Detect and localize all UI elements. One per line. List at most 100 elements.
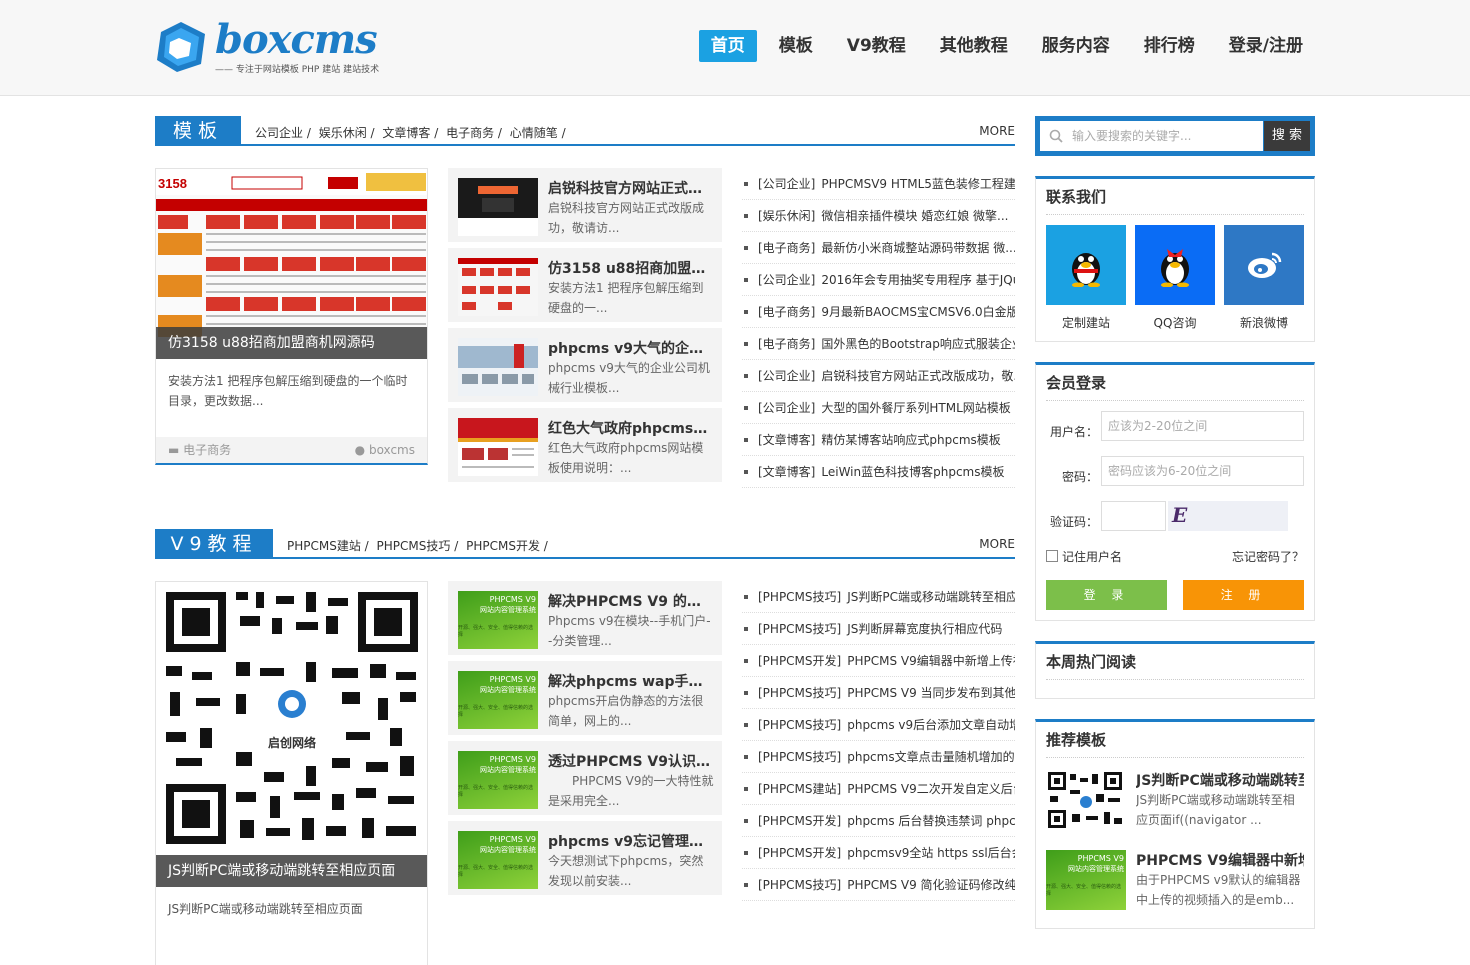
item-link[interactable]: phpcms 后台替换违禁词 phpcms <box>847 814 1015 828</box>
nav-services[interactable]: 服务内容 <box>1030 30 1122 62</box>
captcha-image[interactable]: E LAK <box>1168 501 1288 531</box>
item-tag[interactable]: [PHPCMS技巧] <box>758 622 841 636</box>
register-button[interactable]: 注 册 <box>1183 580 1304 610</box>
captcha-input[interactable] <box>1101 501 1166 531</box>
list-item[interactable]: [PHPCMS建站] PHPCMS V9二次开发自定义后台 <box>742 773 1015 805</box>
item-link[interactable]: 大型的国外餐厅系列HTML网站模板 <box>821 401 1010 415</box>
item-link[interactable]: phpcms文章点击量随机增加的方法 <box>847 750 1015 764</box>
category-link[interactable]: 电子商务 / <box>446 126 502 140</box>
forgot-password-link[interactable]: 忘记密码了？ <box>1232 548 1304 565</box>
item-tag[interactable]: [PHPCMS技巧] <box>758 590 841 604</box>
item-title[interactable]: 仿3158 u88招商加盟商机网源码 <box>548 258 714 278</box>
item-tag[interactable]: [PHPCMS开发] <box>758 846 841 860</box>
nav-other-tutorials[interactable]: 其他教程 <box>928 30 1020 62</box>
list-item[interactable]: [PHPCMS开发] phpcmsv9全站 https ssl后台会员登 <box>742 837 1015 869</box>
list-item[interactable]: [PHPCMS开发] PHPCMS V9编辑器中新增上传视频 <box>742 645 1015 677</box>
thumbnail-image[interactable] <box>458 258 538 316</box>
category-link[interactable]: PHPCMS开发 / <box>466 539 548 553</box>
featured-card[interactable]: 3158 仿3158 u88招商加盟商机网源码 安装方法1 把程序包解压缩到硬盘… <box>155 168 428 465</box>
category-link[interactable]: 心情随笔 / <box>510 126 566 140</box>
list-item[interactable]: [电子商务] 9月最新BAOCMS宝CMSV6.0白金版 <box>742 296 1015 328</box>
item-tag[interactable]: [公司企业] <box>758 273 815 287</box>
item-title[interactable]: 透过PHPCMS V9认识MVC <box>548 751 714 771</box>
remember-label[interactable]: 记住用户名 <box>1062 548 1122 565</box>
item-link[interactable]: PHPCMS V9二次开发自定义后台 <box>847 782 1015 796</box>
item-tag[interactable]: [PHPCMS技巧] <box>758 718 841 732</box>
section-title[interactable]: 模板 <box>155 116 241 146</box>
list-item[interactable]: 红色大气政府phpcms网站模板 红色大气政府phpcms网站模板使用说明：..… <box>448 408 722 482</box>
item-tag[interactable]: [PHPCMS建站] <box>758 782 841 796</box>
featured-caption[interactable]: 仿3158 u88招商加盟商机网源码 <box>156 327 427 359</box>
thumbnail-image[interactable] <box>458 178 538 236</box>
item-link[interactable]: LeiWin蓝色科技博客phpcms模板 <box>821 465 1004 479</box>
username-input[interactable]: 应该为2-20位之间 <box>1101 411 1304 441</box>
contact-custom-site[interactable]: 定制建站 <box>1046 225 1126 333</box>
nav-v9-tutorial[interactable]: V9教程 <box>835 30 918 62</box>
item-link[interactable]: 2016年会专用抽奖专用程序 基于JQu <box>821 273 1015 287</box>
list-item[interactable]: [PHPCMS技巧] PHPCMS V9 当同步发布到其他栏目 <box>742 677 1015 709</box>
item-link[interactable]: PHPCMS V9 简化验证码修改纯数字 <box>847 878 1015 892</box>
item-link[interactable]: PHPCMSV9 HTML5蓝色装修工程建 <box>821 177 1015 191</box>
list-item[interactable]: 启锐科技官方网站正式改版成功 启锐科技官方网站正式改版成功，敬请访... <box>448 168 722 242</box>
item-link[interactable]: JS判断屏幕宽度执行相应代码 <box>847 622 1002 636</box>
list-item[interactable]: PHPCMS V9 网站内容管理系统 开源、强大、安全、值得信赖的选择 PHPCMS… <box>1046 838 1304 918</box>
item-title[interactable]: JS判断PC端或移动端跳转至相应页面 <box>1136 770 1304 790</box>
item-tag[interactable]: [电子商务] <box>758 337 815 351</box>
item-tag[interactable]: [电子商务] <box>758 305 815 319</box>
item-link[interactable]: PHPCMS V9编辑器中新增上传视频 <box>847 654 1015 668</box>
item-title[interactable]: 解决PHPCMS V9 的手机门户问题 <box>548 591 714 611</box>
list-item[interactable]: [公司企业] 2016年会专用抽奖专用程序 基于JQu <box>742 264 1015 296</box>
category-link[interactable]: 文章博客 / <box>382 126 438 140</box>
remember-checkbox[interactable] <box>1046 550 1058 562</box>
thumbnail-image[interactable] <box>458 338 538 396</box>
search-button[interactable]: 搜 索 <box>1264 121 1310 151</box>
list-item[interactable]: [文章博客] LeiWin蓝色科技博客phpcms模板 <box>742 456 1015 488</box>
search-input[interactable]: 输入要搜索的关键字... <box>1040 121 1263 151</box>
item-link[interactable]: phpcmsv9全站 https ssl后台会员登 <box>847 846 1015 860</box>
list-item[interactable]: [文章博客] 精仿某博客站响应式phpcms模板 <box>742 424 1015 456</box>
item-link[interactable]: 精仿某博客站响应式phpcms模板 <box>821 433 1000 447</box>
password-input[interactable]: 密码应该为6-20位之间 <box>1101 456 1304 486</box>
item-title[interactable]: 启锐科技官方网站正式改版成功 <box>548 178 714 198</box>
item-link[interactable]: PHPCMS V9 当同步发布到其他栏目 <box>847 686 1015 700</box>
featured-category[interactable]: ▬ 电子商务 <box>168 437 231 463</box>
list-item[interactable]: [PHPCMS技巧] JS判断PC端或移动端跳转至相应 <box>742 581 1015 613</box>
thumbnail-image[interactable]: PHPCMS V9 网站内容管理系统 开源、强大、安全、值得信赖的选择 <box>458 751 538 809</box>
list-item[interactable]: [公司企业] 启锐科技官方网站正式改版成功，敬... <box>742 360 1015 392</box>
item-link[interactable]: 微信相亲插件模块 婚恋红娘 微擎... <box>821 209 1008 223</box>
item-title[interactable]: phpcms v9忘记管理员后台密码 <box>548 831 714 851</box>
item-tag[interactable]: [PHPCMS开发] <box>758 654 841 668</box>
list-item[interactable]: [PHPCMS技巧] phpcms文章点击量随机增加的方法 <box>742 741 1015 773</box>
item-tag[interactable]: [文章博客] <box>758 433 815 447</box>
item-title[interactable]: 解决phpcms wap手机站伪静态 <box>548 671 714 691</box>
section-title[interactable]: V9教程 <box>155 529 273 559</box>
list-item[interactable]: phpcms v9大气的企业公司模板 phpcms v9大气的企业公司机械行业模… <box>448 328 722 402</box>
featured-card[interactable]: 启创网络 JS判断PC端或移动端跳转至相应页面 JS判断PC端或移动端跳转至相应… <box>155 581 428 965</box>
item-link[interactable]: 启锐科技官方网站正式改版成功，敬... <box>821 369 1015 383</box>
more-link[interactable]: MORE <box>979 537 1015 551</box>
thumbnail-image[interactable] <box>1046 770 1126 830</box>
list-item[interactable]: [公司企业] PHPCMSV9 HTML5蓝色装修工程建 <box>742 168 1015 200</box>
nav-templates[interactable]: 模板 <box>767 30 825 62</box>
item-link[interactable]: 最新仿小米商城整站源码带数据 微... <box>821 241 1015 255</box>
list-item[interactable]: PHPCMS V9 网站内容管理系统 开源、强大、安全、值得信赖的选择 透过PHPC… <box>448 741 722 815</box>
category-link[interactable]: PHPCMS技巧 / <box>377 539 459 553</box>
contact-qq[interactable]: QQ咨询 <box>1135 225 1215 333</box>
category-link[interactable]: 娱乐休闲 / <box>319 126 375 140</box>
item-link[interactable]: 9月最新BAOCMS宝CMSV6.0白金版 <box>821 305 1015 319</box>
list-item[interactable]: [电子商务] 国外黑色的Bootstrap响应式服装企业 <box>742 328 1015 360</box>
login-button[interactable]: 登 录 <box>1046 580 1167 610</box>
list-item[interactable]: [PHPCMS开发] phpcms 后台替换违禁词 phpcms <box>742 805 1015 837</box>
category-link[interactable]: PHPCMS建站 / <box>287 539 369 553</box>
list-item[interactable]: PHPCMS V9 网站内容管理系统 开源、强大、安全、值得信赖的选择 解决PHPC… <box>448 581 722 655</box>
item-link[interactable]: phpcms v9后台添加文章自动增加 <box>847 718 1015 732</box>
list-item[interactable]: [PHPCMS技巧] JS判断屏幕宽度执行相应代码 <box>742 613 1015 645</box>
list-item[interactable]: [公司企业] 大型的国外餐厅系列HTML网站模板 <box>742 392 1015 424</box>
site-logo[interactable]: boxcms —— 专注于网站模板 PHP 建站 建站技术 <box>155 16 379 76</box>
item-tag[interactable]: [娱乐休闲] <box>758 209 815 223</box>
nav-ranking[interactable]: 排行榜 <box>1132 30 1207 62</box>
thumbnail-image[interactable]: PHPCMS V9 网站内容管理系统 开源、强大、安全、值得信赖的选择 <box>458 671 538 729</box>
item-title[interactable]: 红色大气政府phpcms网站模板 <box>548 418 714 438</box>
item-link[interactable]: 国外黑色的Bootstrap响应式服装企业 <box>821 337 1015 351</box>
thumbnail-image[interactable]: PHPCMS V9 网站内容管理系统 开源、强大、安全、值得信赖的选择 <box>1046 850 1126 910</box>
